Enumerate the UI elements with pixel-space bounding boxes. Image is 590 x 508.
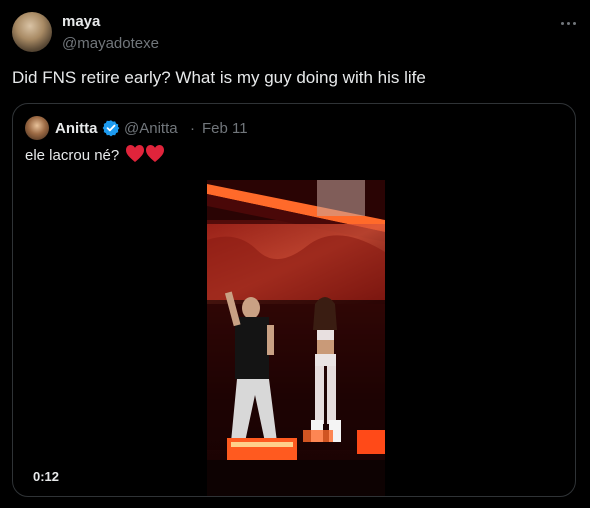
- author-name[interactable]: maya: [62, 13, 100, 30]
- more-dot-icon: [561, 22, 564, 25]
- quoted-tweet-text: ele lacrou né?: [25, 147, 120, 164]
- quoted-author-name[interactable]: Anitta: [55, 120, 98, 137]
- more-dot-icon: [573, 22, 576, 25]
- verified-badge-icon: [102, 120, 120, 137]
- red-heart-icon: [126, 145, 164, 162]
- concert-video-frame: [207, 180, 385, 496]
- quoted-author-handle[interactable]: @Anitta: [124, 120, 178, 137]
- tweet-text: Did FNS retire early? What is my guy doi…: [12, 68, 426, 87]
- quoted-tweet-date[interactable]: Feb 11: [202, 120, 248, 137]
- author-avatar[interactable]: [12, 12, 52, 52]
- heart-emojis: [126, 145, 164, 168]
- meta-separator: ·: [190, 120, 195, 137]
- more-dot-icon: [567, 22, 570, 25]
- quoted-author-avatar[interactable]: [25, 116, 49, 140]
- more-options-button[interactable]: [560, 16, 578, 30]
- author-handle[interactable]: @mayadotexe: [62, 35, 159, 52]
- video-player[interactable]: [207, 180, 385, 496]
- video-duration-badge: 0:12: [33, 469, 60, 484]
- quoted-tweet-card[interactable]: Anitta @Anitta · Feb 11 ele lacrou né? 0…: [12, 103, 576, 497]
